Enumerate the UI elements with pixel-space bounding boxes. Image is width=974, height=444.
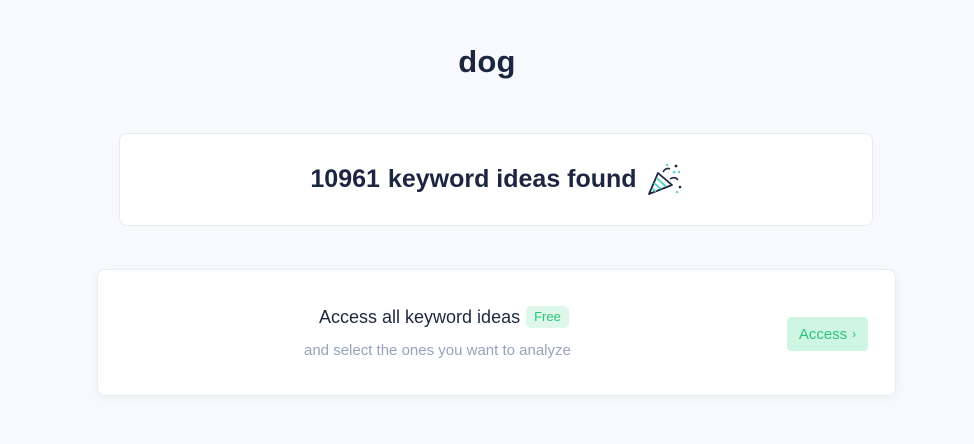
page: dog 10961 keyword ideas found Access all…: [0, 0, 974, 444]
access-heading: Access all keyword ideas Free: [319, 306, 569, 328]
access-button-label: Access: [798, 325, 848, 343]
access-button[interactable]: Access ›: [787, 317, 868, 351]
keyword-results-card: 10961 keyword ideas found: [119, 133, 873, 226]
keyword-count: 10961: [310, 165, 380, 193]
chevron-right-icon: ›: [852, 327, 857, 341]
keyword-results-summary: 10961 keyword ideas found: [310, 163, 681, 197]
party-popper-icon: [646, 163, 682, 197]
access-subtext: and select the ones you want to analyze: [304, 342, 571, 359]
free-badge: Free: [526, 306, 569, 328]
page-title: dog: [458, 44, 516, 79]
access-heading-text: Access all keyword ideas: [319, 306, 521, 327]
access-keywords-card: Access all keyword ideas Free and select…: [97, 269, 896, 396]
keyword-results-label: keyword ideas found: [387, 165, 637, 193]
